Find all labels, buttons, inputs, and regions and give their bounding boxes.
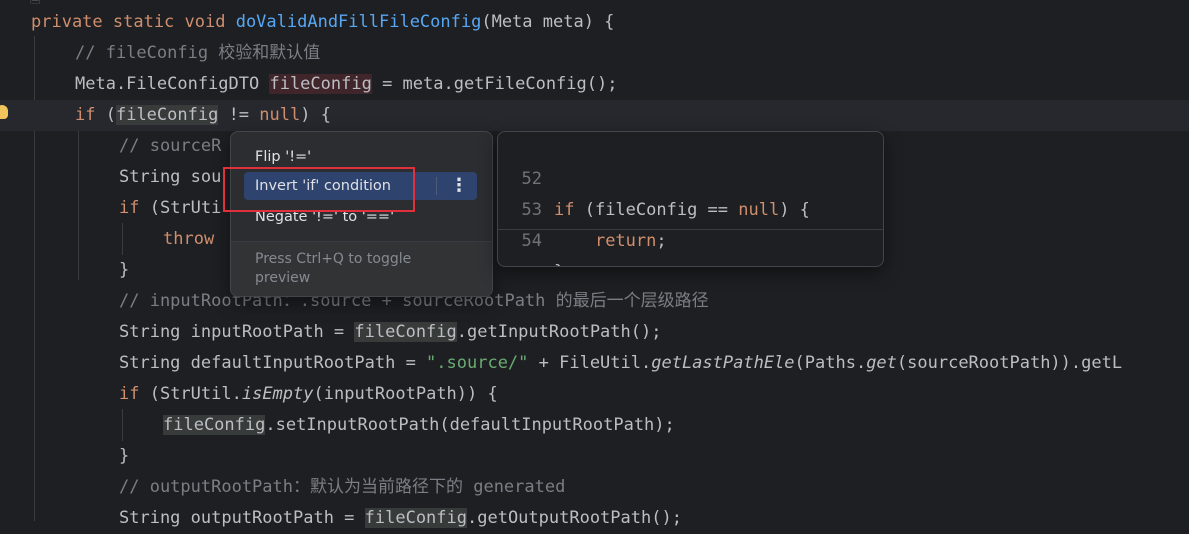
- variable-write-highlight: fileConfig: [269, 74, 372, 94]
- indent-guide: [122, 223, 123, 255]
- popup-footer: Press Ctrl+Q to toggle preview: [231, 241, 492, 296]
- code-keyword: if: [75, 105, 96, 125]
- code-text: String inputRootPath =: [119, 322, 355, 342]
- code-comment: // fileConfig 校验和默认值: [75, 43, 321, 63]
- code-text: (Meta meta) {: [481, 12, 615, 32]
- code-keyword: if: [119, 198, 140, 218]
- code-text: (StrUtil.: [139, 384, 242, 404]
- code-keyword: private static void: [31, 12, 236, 32]
- code-text: !=: [218, 105, 260, 125]
- variable-read-highlight: fileConfig: [115, 105, 219, 125]
- code-text: (sourceRootPath)).getL: [896, 353, 1123, 373]
- code-text: String outputRootPath =: [119, 508, 365, 528]
- preview-line: 54 }: [498, 195, 883, 266]
- code-line[interactable]: }: [119, 255, 129, 286]
- code-text: (StrUti: [139, 198, 222, 218]
- code-text: + FileUtil.: [528, 353, 652, 373]
- code-line[interactable]: fileConfig.setInputRootPath(defaultInput…: [163, 410, 675, 441]
- code-text: = meta.getFileConfig();: [371, 74, 618, 94]
- static-method: get: [866, 353, 897, 373]
- code-text: (inputRootPath)) {: [313, 384, 498, 404]
- code-line[interactable]: String sou: [119, 162, 221, 193]
- code-line-active[interactable]: if (fileConfig != null) {: [0, 100, 1189, 131]
- code-line[interactable]: String inputRootPath = fileConfig.getInp…: [119, 317, 661, 348]
- code-line[interactable]: throw: [163, 224, 214, 255]
- variable-read-highlight: fileConfig: [163, 415, 266, 435]
- code-line[interactable]: if (StrUtil.isEmpty(inputRootPath)) {: [119, 379, 498, 410]
- code-line[interactable]: // outputRootPath：默认为当前路径下的 generated: [119, 472, 565, 503]
- indent-guide: [122, 409, 123, 441]
- more-vertical-icon[interactable]: ⋮: [445, 172, 473, 200]
- code-text: .getInputRootPath();: [456, 322, 662, 342]
- editor-gutter[interactable]: [0, 0, 24, 521]
- code-text: String defaultInputRootPath =: [119, 353, 427, 373]
- static-method: isEmpty: [241, 384, 314, 404]
- indent-guide: [78, 130, 79, 280]
- code-line[interactable]: if (StrUti: [119, 193, 221, 224]
- code-line[interactable]: Meta.FileConfigDTO fileConfig = meta.get…: [75, 69, 617, 100]
- code-keyword: throw: [163, 229, 215, 249]
- code-text: }: [119, 260, 130, 280]
- variable-read-highlight: fileConfig: [354, 322, 457, 342]
- code-keyword: if: [119, 384, 140, 404]
- code-text: String sou: [119, 167, 222, 187]
- code-text: }: [119, 446, 130, 466]
- menu-item-separator: [436, 177, 437, 195]
- code-keyword: null: [259, 105, 301, 125]
- code-line[interactable]: // fileConfig 校验和默认值: [75, 38, 320, 69]
- code-comment: // outputRootPath：默认为当前路径下的 generated: [119, 477, 566, 497]
- code-text: (: [95, 105, 116, 125]
- preview-line: 53 return;: [498, 164, 883, 251]
- code-text: ) {: [300, 105, 331, 125]
- preview-line: 118 }: [498, 231, 883, 262]
- code-comment: // sourceR: [119, 136, 222, 156]
- code-text: }: [554, 262, 564, 266]
- preview-line: 52 if (fileConfig == null) {: [498, 133, 883, 220]
- code-line[interactable]: String defaultInputRootPath = ".source/"…: [119, 348, 1122, 379]
- code-text: .getOutputRootPath();: [467, 508, 682, 528]
- lightbulb-icon[interactable]: [0, 105, 8, 119]
- code-line[interactable]: String outputRootPath = fileConfig.getOu…: [119, 503, 682, 534]
- preview-divider: [498, 229, 883, 230]
- code-line[interactable]: }: [119, 441, 129, 472]
- string-literal: ".source/": [426, 353, 529, 373]
- preview-hint-text: Press Ctrl+Q to toggle preview: [255, 251, 412, 286]
- static-method: getLastPathEle: [651, 353, 795, 373]
- method-name: doValidAndFillFileConfig: [235, 12, 482, 32]
- intention-preview-panel: 52 if (fileConfig == null) { 53 return; …: [497, 131, 884, 267]
- code-text: .setInputRootPath(defaultInputRootPath);: [265, 415, 675, 435]
- annotation-highlight-box: [223, 167, 415, 212]
- preview-line-number: 118: [498, 262, 542, 266]
- code-line[interactable]: private static void doValidAndFillFileCo…: [31, 7, 614, 38]
- code-text: Meta.FileConfigDTO: [75, 74, 270, 94]
- intention-actions-popup: Flip '!=' Invert 'if' condition ⋮ Negate…: [230, 131, 493, 297]
- variable-read-highlight: fileConfig: [364, 508, 467, 528]
- code-text: (Paths.: [794, 353, 867, 373]
- code-line[interactable]: // sourceR: [119, 131, 221, 162]
